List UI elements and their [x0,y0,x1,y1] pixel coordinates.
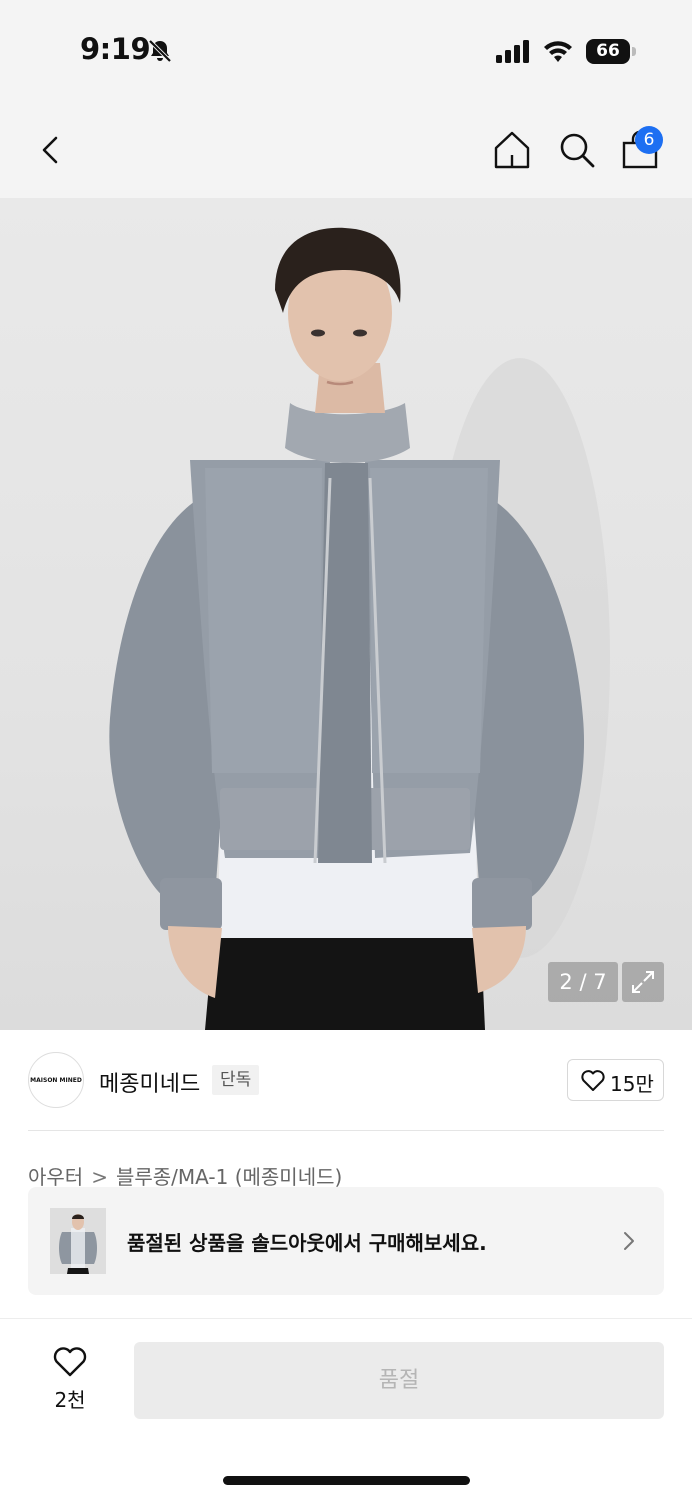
cart-count-badge: 6 [635,126,663,154]
soldout-thumbnail [50,1208,106,1274]
breadcrumb: 아우터 > 블루종/MA-1 (메종미네드) [28,1161,342,1190]
battery-level: 66 [586,39,630,64]
brand-name[interactable]: 메종미네드 [99,1066,200,1098]
home-indicator [223,1476,470,1485]
wishlist-button[interactable]: 2천 [40,1340,100,1420]
cellular-signal-icon [496,40,529,63]
product-photo [109,227,610,1030]
expand-image-button[interactable] [622,962,664,1002]
exclusive-tag: 단독 [212,1065,260,1095]
brand-row: MAISON MINED 메종미네드 단독 15만 [28,1052,664,1110]
breadcrumb-category[interactable]: 아우터 [28,1165,83,1189]
image-counter: 2 / 7 [548,962,618,1002]
battery-tip [632,47,636,56]
breadcrumb-separator: > [91,1165,108,1189]
soldout-banner[interactable]: 품절된 상품을 솔드아웃에서 구매해보세요. [28,1187,664,1295]
divider [28,1130,664,1131]
brand-logo[interactable]: MAISON MINED [28,1052,84,1108]
brand-like-count: 15만 [610,1072,654,1096]
home-icon[interactable] [490,128,534,172]
expand-arrows-icon [632,971,654,993]
battery-icon: 66 [586,39,636,64]
status-time: 9:19 [80,32,151,66]
heart-icon [53,1347,87,1377]
sold-out-button[interactable]: 품절 [134,1342,664,1419]
status-bar: 9:19 66 [0,0,692,100]
breadcrumb-subcategory[interactable]: 블루종/MA-1 (메종미네드) [116,1165,342,1189]
product-image-carousel[interactable] [0,198,692,1030]
top-nav-bar [0,100,692,198]
brand-like-button[interactable]: 15만 [567,1059,664,1101]
soldout-message: 품절된 상품을 솔드아웃에서 구매해보세요. [127,1231,487,1255]
wifi-icon [544,41,572,62]
chevron-right-icon [624,1232,634,1250]
heart-icon [581,1070,605,1091]
bell-off-icon [148,39,172,63]
divider [0,1318,692,1319]
search-icon[interactable] [555,128,599,172]
wishlist-count: 2천 [54,1388,86,1412]
back-chevron-icon[interactable] [30,130,70,170]
